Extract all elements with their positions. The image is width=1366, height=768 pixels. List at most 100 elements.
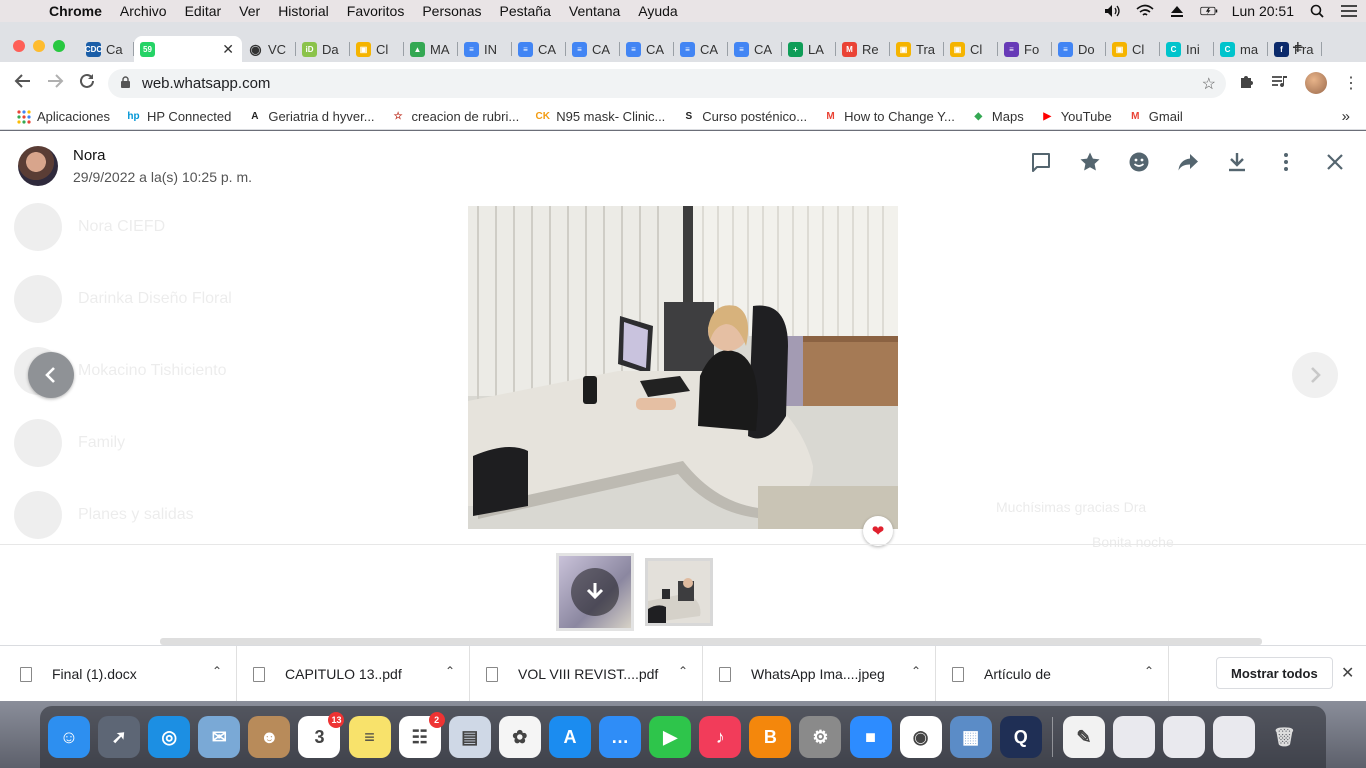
media-photo[interactable] — [468, 206, 898, 529]
download-options-chevron-icon[interactable]: ⌃ — [445, 664, 455, 678]
download-item[interactable]: VOL VIII REVIST....pdf ⌃ — [470, 646, 703, 702]
bookmark-item[interactable]: M Gmail — [1128, 109, 1183, 124]
download-options-chevron-icon[interactable]: ⌃ — [911, 664, 921, 678]
bookmark-item[interactable]: ◆ Maps — [971, 109, 1024, 124]
dock-app-store-icon[interactable]: A — [548, 716, 591, 758]
download-item[interactable]: CAPITULO 13..pdf ⌃ — [237, 646, 470, 702]
bookmark-star-icon[interactable]: ☆ — [1202, 74, 1216, 94]
wifi-icon[interactable] — [1136, 3, 1154, 19]
dock-facetime-icon[interactable]: ▶ — [649, 716, 692, 758]
dock-doc-stack-icon[interactable] — [1112, 716, 1155, 758]
dock-folder-stack-icon[interactable] — [1163, 716, 1206, 758]
horizontal-scrollbar[interactable] — [160, 638, 1262, 645]
menu-archivo[interactable]: Archivo — [111, 3, 176, 19]
media-control-icon[interactable] — [1271, 74, 1289, 93]
download-icon[interactable] — [1212, 151, 1261, 173]
download-item[interactable]: WhatsApp Ima....jpeg ⌃ — [703, 646, 936, 702]
volume-icon[interactable] — [1104, 3, 1122, 19]
bookmark-item[interactable]: hp HP Connected — [126, 109, 231, 124]
eject-icon[interactable] — [1168, 3, 1186, 19]
dock-music-icon[interactable]: ♪ — [699, 716, 742, 758]
bookmark-item[interactable]: ▶ YouTube — [1040, 109, 1111, 124]
sender-avatar[interactable] — [18, 146, 58, 186]
dock-preview-icon[interactable]: ▤ — [448, 716, 491, 758]
new-tab-button[interactable]: + — [1292, 37, 1304, 60]
close-tab-icon[interactable]: ✕ — [222, 41, 234, 58]
browser-tab[interactable]: ≡ Fo — [998, 36, 1052, 62]
browser-tab[interactable]: ▣ Tra — [890, 36, 944, 62]
browser-tab[interactable]: ≡ CA — [512, 36, 566, 62]
dock-finder-icon[interactable]: ☺ — [48, 716, 90, 758]
clock[interactable]: Lun 20:51 — [1232, 3, 1294, 19]
battery-icon[interactable] — [1200, 3, 1218, 19]
browser-tab[interactable]: ◉ VC — [242, 36, 296, 62]
close-window-button[interactable] — [13, 40, 25, 52]
close-viewer-icon[interactable] — [1310, 151, 1359, 173]
dock-zoom-icon[interactable]: ■ — [849, 716, 892, 758]
dock-reminders-icon[interactable]: ☷ 2 — [398, 712, 445, 758]
bookmark-item[interactable]: M How to Change Y... — [823, 109, 955, 124]
bookmark-item[interactable]: A Geriatria d hyver... — [247, 109, 374, 124]
more-options-icon[interactable] — [1261, 151, 1310, 173]
media-thumbnail-selected[interactable] — [645, 558, 713, 626]
browser-tab[interactable]: + LA — [782, 36, 836, 62]
heart-reaction-badge[interactable]: ❤ — [863, 516, 893, 546]
browser-tab[interactable]: ≡ CA — [728, 36, 782, 62]
browser-tab[interactable]: ▣ Cl — [944, 36, 998, 62]
control-center-icon[interactable] — [1340, 3, 1358, 19]
browser-tab[interactable]: ▣ Cl — [350, 36, 404, 62]
download-options-chevron-icon[interactable]: ⌃ — [678, 664, 688, 678]
browser-tab[interactable]: iD Da — [296, 36, 350, 62]
browser-tab[interactable]: M Re — [836, 36, 890, 62]
react-emoji-icon[interactable] — [1114, 151, 1163, 173]
lock-icon[interactable] — [120, 75, 132, 92]
star-icon[interactable] — [1065, 151, 1114, 173]
previous-media-button[interactable] — [28, 352, 74, 398]
bookmark-item[interactable]: S Curso posténico... — [681, 109, 807, 124]
reload-icon[interactable] — [78, 72, 96, 95]
dock-textedit-icon[interactable]: ✎ — [1062, 716, 1105, 758]
browser-tab[interactable]: ≡ CA — [620, 36, 674, 62]
back-arrow-icon[interactable] — [14, 72, 32, 95]
dock-photos-icon[interactable]: ✿ — [498, 716, 541, 758]
minimize-window-button[interactable] — [33, 40, 45, 52]
menu-pestana[interactable]: Pestaña — [491, 3, 560, 19]
menu-ver[interactable]: Ver — [230, 3, 269, 19]
dock-chrome-icon[interactable]: ◉ — [899, 716, 942, 758]
bookmark-item[interactable]: CK N95 mask- Clinic... — [535, 109, 665, 124]
menu-ayuda[interactable]: Ayuda — [629, 3, 686, 19]
download-options-chevron-icon[interactable]: ⌃ — [212, 664, 222, 678]
dock-books-icon[interactable]: B — [749, 716, 792, 758]
media-thumbnail[interactable] — [556, 553, 634, 631]
browser-tab[interactable]: ≡ CA — [674, 36, 728, 62]
download-options-chevron-icon[interactable]: ⌃ — [1144, 664, 1154, 678]
menu-historial[interactable]: Historial — [269, 3, 338, 19]
sender-name[interactable]: Nora — [73, 147, 106, 164]
browser-tab[interactable]: ≡ IN — [458, 36, 512, 62]
chrome-menu-icon[interactable]: ⋮ — [1343, 73, 1359, 93]
bookmarks-overflow-icon[interactable]: » — [1342, 108, 1350, 125]
next-media-button[interactable] — [1292, 352, 1338, 398]
dock-contacts-icon[interactable]: ☻ — [248, 716, 291, 758]
spotlight-search-icon[interactable] — [1308, 3, 1326, 19]
browser-tab[interactable]: 59 ✕ — [134, 36, 242, 62]
browser-tab[interactable]: ▲ MA — [404, 36, 458, 62]
menu-personas[interactable]: Personas — [413, 3, 490, 19]
forward-icon[interactable] — [1163, 151, 1212, 173]
dock-image-capture-icon[interactable]: ▦ — [949, 716, 992, 758]
maximize-window-button[interactable] — [53, 40, 65, 52]
dock-mail-stamp-icon[interactable]: ✉ — [198, 716, 241, 758]
profile-avatar[interactable] — [1305, 72, 1327, 94]
download-item[interactable]: Artículo de ⌃ — [936, 646, 1169, 702]
dock-notes-icon[interactable]: ≡ — [348, 716, 391, 758]
forward-arrow-icon[interactable] — [46, 72, 64, 95]
close-shelf-icon[interactable]: ✕ — [1341, 663, 1354, 683]
url-text[interactable]: web.whatsapp.com — [142, 75, 270, 92]
dock-calendar-icon[interactable]: 3 13 — [298, 712, 345, 758]
dock-quicktime-icon[interactable]: Q — [999, 716, 1042, 758]
dock-trash-icon[interactable]: 🗑 — [1263, 716, 1305, 758]
menu-editar[interactable]: Editar — [176, 3, 231, 19]
show-all-downloads-button[interactable]: Mostrar todos — [1216, 657, 1333, 689]
dock-system-preferences-icon[interactable]: ⚙ — [799, 716, 842, 758]
address-bar[interactable]: web.whatsapp.com ☆ — [108, 69, 1226, 98]
